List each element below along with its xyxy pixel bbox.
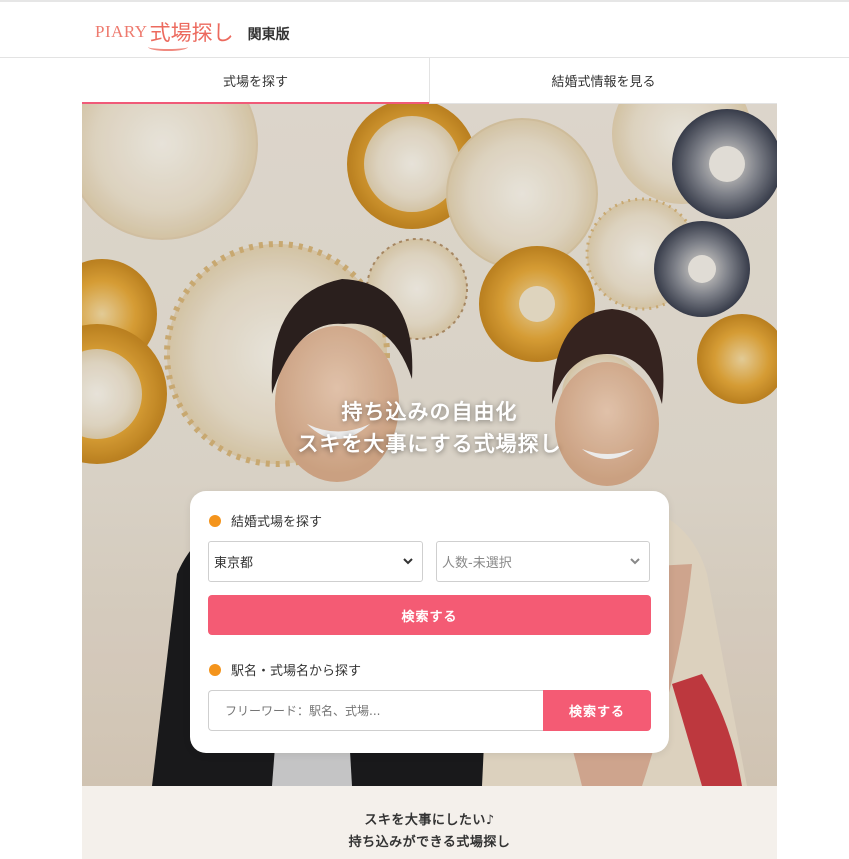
chevron-down-icon: [630, 558, 640, 565]
logo-text-en: PIARY: [95, 22, 148, 41]
chevron-down-icon: [403, 558, 413, 565]
site-logo[interactable]: PIARY 式場探し 関東版: [95, 16, 290, 51]
keyword-search-label: 駅名・式場名から探す: [231, 664, 362, 679]
tab-wedding-info[interactable]: 結婚式情報を見る: [429, 58, 777, 104]
bullet-dot-icon: [209, 514, 221, 527]
site-header: PIARY 式場探し 関東版: [0, 0, 849, 58]
region-label: 関東版: [247, 26, 290, 43]
prefecture-value: 東京都: [214, 556, 254, 571]
search-card: 結婚式場を探す 東京都 人数-未選択 検索する 駅名・式場名から探す 検索する: [190, 491, 669, 753]
prefecture-select[interactable]: 東京都: [208, 541, 423, 582]
guests-select[interactable]: 人数-未選択: [436, 541, 650, 582]
bullet-dot-icon: [209, 663, 221, 676]
tab-search-venue[interactable]: 式場を探す: [82, 58, 429, 104]
intro-line-1: スキを大事にしたい♪: [364, 813, 495, 828]
keyword-search-button[interactable]: 検索する: [543, 690, 651, 731]
hero-headline-1: 持ち込みの自由化: [341, 400, 518, 424]
intro-section: スキを大事にしたい♪ 持ち込みができる式場探し: [82, 786, 777, 859]
hero-headline-2: スキを大事にする式場探し: [297, 432, 562, 456]
area-search-label: 結婚式場を探す: [231, 515, 323, 530]
main-tabs: 式場を探す 結婚式情報を見る: [82, 58, 777, 104]
intro-line-2: 持ち込みができる式場探し: [348, 835, 511, 850]
area-search-title: 結婚式場を探す: [209, 511, 322, 530]
area-search-button[interactable]: 検索する: [208, 595, 651, 635]
keyword-search-title: 駅名・式場名から探す: [209, 660, 361, 679]
guests-value: 人数-未選択: [442, 556, 512, 571]
keyword-input[interactable]: [208, 690, 543, 731]
logo-text-jp: 式場探し: [147, 17, 234, 51]
